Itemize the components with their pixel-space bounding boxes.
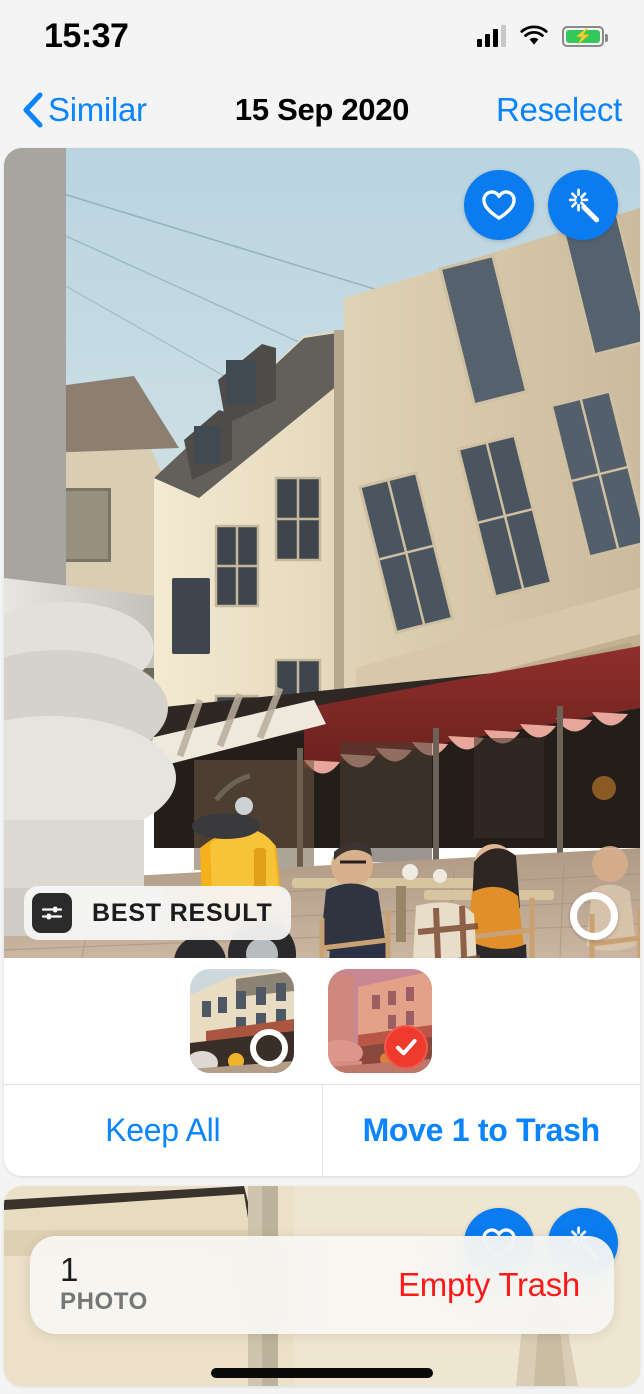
- cellular-bars-icon: [477, 25, 506, 47]
- enhance-button[interactable]: [548, 170, 618, 240]
- thumbnail-1[interactable]: [190, 969, 294, 1073]
- back-button[interactable]: Similar: [22, 91, 147, 129]
- main-photo[interactable]: BEST RESULT: [4, 148, 640, 958]
- status-indicators: ⚡: [477, 25, 608, 47]
- sliders-icon: [32, 893, 72, 933]
- best-result-badge[interactable]: BEST RESULT: [24, 886, 291, 940]
- keep-all-button[interactable]: Keep All: [4, 1085, 322, 1176]
- back-button-label: Similar: [48, 91, 147, 128]
- main-photo-image: [4, 148, 640, 958]
- status-bar: 15:37 ⚡: [0, 0, 644, 72]
- wifi-icon: [520, 25, 548, 45]
- trash-count: 1: [60, 1251, 78, 1289]
- navigation-bar: Similar 15 Sep 2020 Reselect: [0, 72, 644, 148]
- app-root: 15:37 ⚡ Similar 15 Sep 2020 Reselect BES…: [0, 0, 644, 1394]
- thumbnail-strip: [4, 958, 640, 1084]
- reselect-button[interactable]: Reselect: [496, 91, 622, 129]
- move-to-trash-button[interactable]: Move 1 to Trash: [323, 1085, 641, 1176]
- thumbnail-2[interactable]: [328, 969, 432, 1073]
- empty-trash-button[interactable]: Empty Trash: [398, 1266, 580, 1304]
- heart-icon: [482, 190, 516, 220]
- favorite-button[interactable]: [464, 170, 534, 240]
- best-result-label: BEST RESULT: [92, 898, 273, 927]
- trash-unit-label: PHOTO: [60, 1287, 148, 1315]
- magic-wand-icon: [568, 188, 600, 223]
- photo-select-toggle[interactable]: [570, 892, 618, 940]
- circle-unselected-icon: [250, 1029, 288, 1067]
- status-time: 15:37: [44, 16, 129, 55]
- check-circle-icon: [384, 1025, 428, 1069]
- card-action-row: Keep All Move 1 to Trash: [4, 1084, 640, 1176]
- trash-count-group: 1 PHOTO: [60, 1253, 148, 1316]
- home-indicator[interactable]: [211, 1368, 433, 1378]
- trash-summary-bar: 1 PHOTO Empty Trash: [30, 1236, 614, 1334]
- photo-action-buttons: [464, 170, 618, 240]
- chevron-left-icon: [23, 92, 43, 128]
- photo-card: BEST RESULT Keep All Move 1 to Trash: [4, 148, 640, 1176]
- battery-charging-icon: ⚡: [562, 25, 608, 47]
